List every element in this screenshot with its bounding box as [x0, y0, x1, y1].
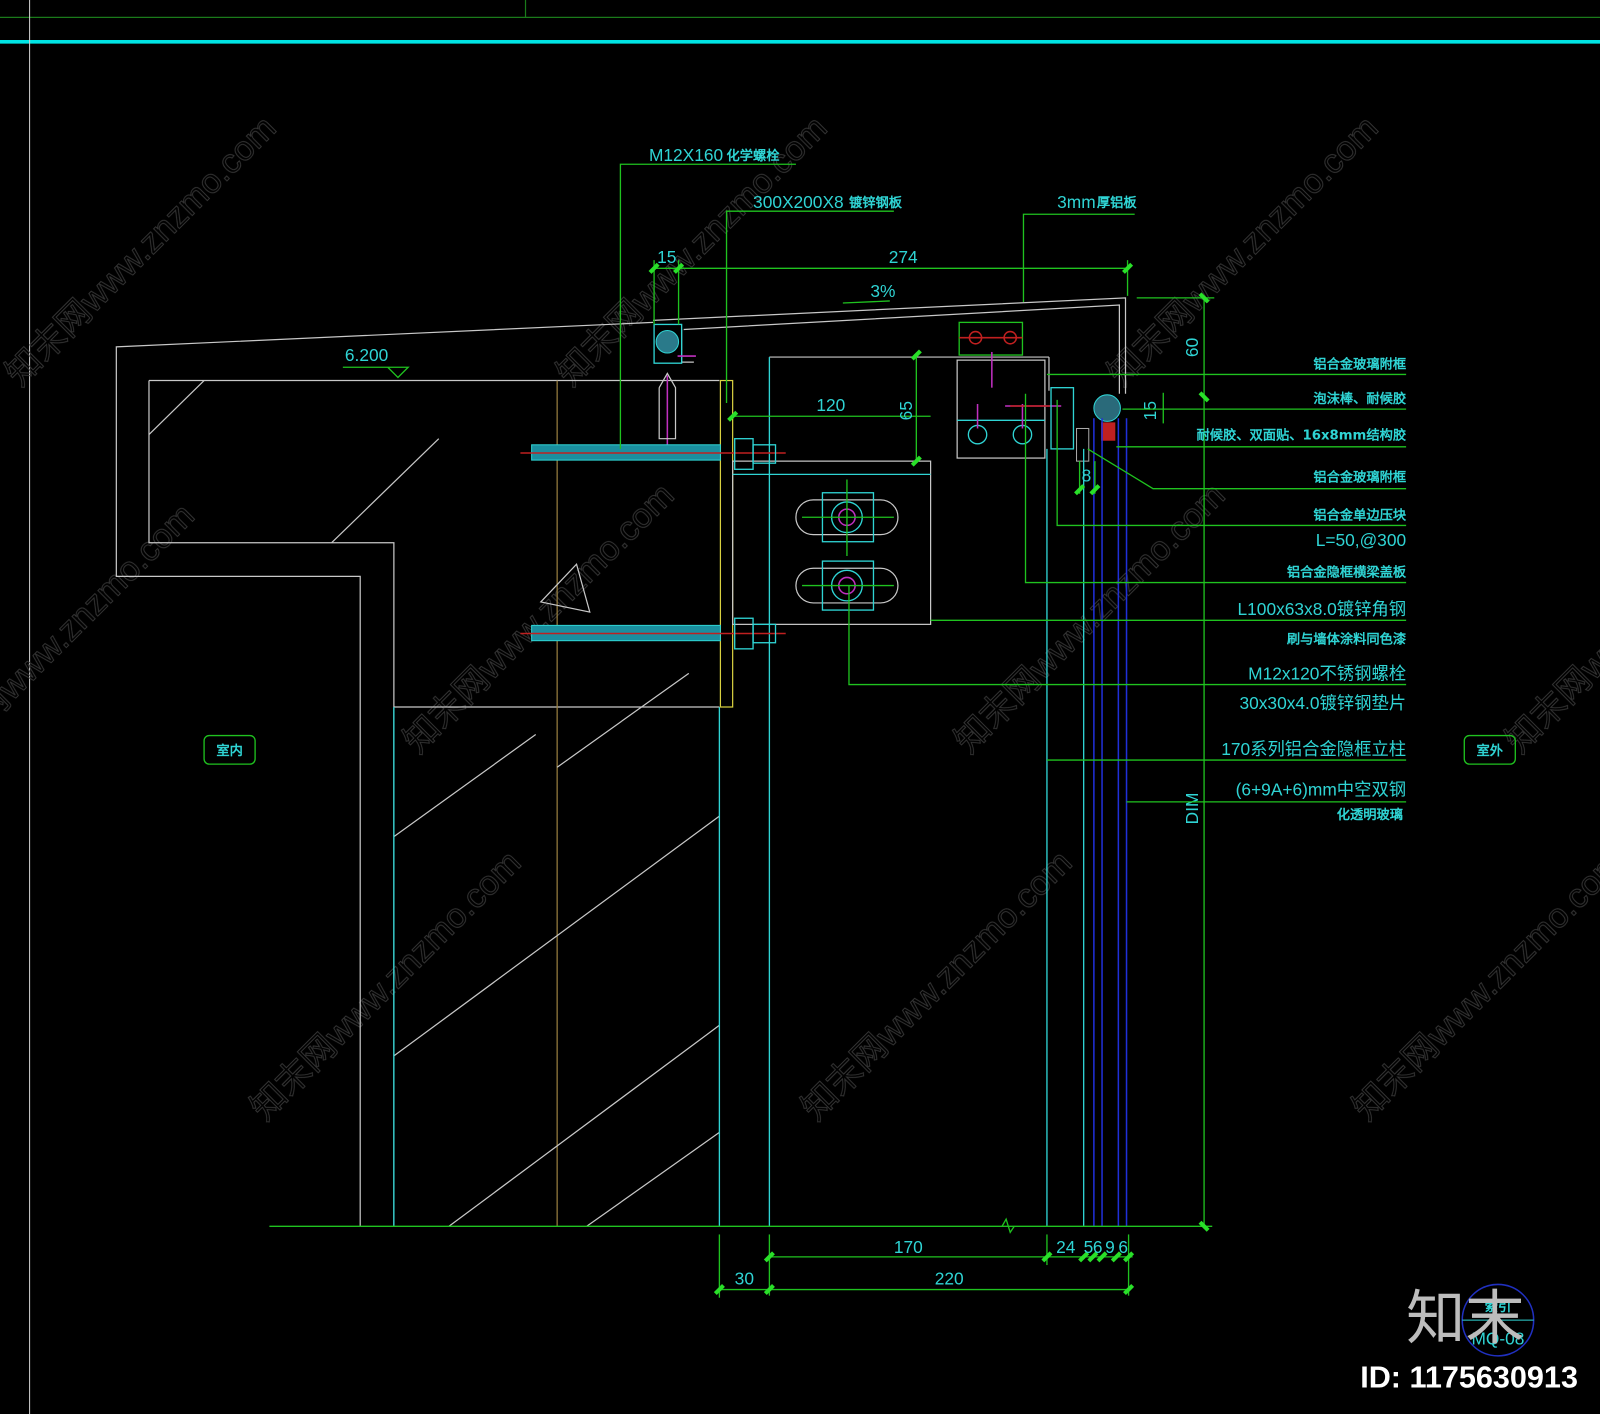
cad-drawing-canvas: 知末网www.znzmo.com 知末网www.znzmo.com 知末网www… [0, 0, 1600, 1414]
callout-alu-panel: 3mm [1057, 192, 1096, 212]
dim-274: 274 [889, 247, 918, 267]
watermark-text: 知末网www.znzmo.com [794, 843, 1079, 1128]
watermark-text: 知末网www.znzmo.com [243, 843, 528, 1128]
steel-plate-assembly [658, 357, 932, 1227]
callout-washer: 30x30x4.0镀锌钢垫片 [1239, 693, 1406, 713]
callout-sealant: 耐候胶、双面贴、16x8mm结构胶 [1197, 427, 1407, 444]
callout-glass-subframe-2: 铝合金玻璃附框 [1313, 469, 1406, 486]
watermark-text: 知末网www.znzmo.com [0, 496, 202, 781]
callout-pressure-block: 铝合金单边压块 [1313, 506, 1407, 523]
dim-120: 120 [816, 395, 845, 415]
svg-text:室内: 室内 [216, 742, 243, 759]
elevation-value: 6.200 [345, 345, 388, 365]
callout-steel-plate-cn: 镀锌钢板 [849, 194, 903, 211]
callout-angle-steel: L100x63x8.0镀锌角钢 [1238, 599, 1407, 619]
dim-6: 6 [1093, 1237, 1103, 1257]
dim-DIM: DIM [1182, 793, 1202, 825]
callout-pressure-block-spec: L=50,@300 [1316, 530, 1406, 550]
watermark-text: 知末网www.znzmo.com [947, 475, 1232, 760]
zone-inside: 室内 [203, 734, 256, 765]
slotted-bolt-holes [795, 479, 899, 611]
dim-8: 8 [1082, 466, 1092, 486]
brand-logo: 知末 [1406, 1284, 1524, 1353]
dim-60: 60 [1182, 338, 1202, 357]
dim-220: 220 [935, 1268, 964, 1288]
watermark-text: 知末网www.znzmo.com [1498, 475, 1600, 760]
callout-foam-rod: 泡沫棒、耐候胶 [1313, 390, 1407, 407]
dim-15-right: 15 [1140, 401, 1160, 420]
callout-glass-2: 化透明玻璃 [1337, 806, 1403, 823]
callout-angle-steel-note: 刷与墙体涂料同色漆 [1287, 631, 1407, 648]
callout-alu-panel-cn: 厚铝板 [1097, 194, 1138, 211]
transom-section [956, 321, 1128, 1227]
slope-label: 3% [870, 281, 895, 301]
callout-glass: (6+9A+6)mm中空双钢 [1236, 780, 1406, 800]
watermark-text: 知末网www.znzmo.com [0, 108, 284, 393]
callout-glass-subframe-1: 铝合金玻璃附框 [1313, 355, 1406, 372]
callout-steel-plate: 300X200X8 [753, 192, 844, 212]
dimensions: 15 274 3% 120 65 60 DIM 15 8 170 24 5 6 … [648, 247, 1215, 1298]
callout-chem-bolt-cn: 化学螺栓 [727, 147, 781, 164]
dim-65: 65 [896, 401, 916, 420]
callout-chem-bolt: M12X160 [649, 145, 723, 165]
dim-9: 9 [1105, 1237, 1115, 1257]
aluminium-coping [653, 297, 1127, 394]
asset-id: ID: 1175630913 [1360, 1360, 1578, 1394]
dim-30: 30 [735, 1268, 754, 1288]
svg-text:室外: 室外 [1477, 742, 1504, 759]
elevation-mark: 6.200 [342, 345, 410, 379]
dim-6b: 6 [1118, 1237, 1128, 1257]
foam-rod-icon [655, 330, 680, 354]
callout-transom-cover: 铝合金隐框横梁盖板 [1287, 563, 1407, 580]
callout-mullion: 170系列铝合金隐框立柱 [1221, 739, 1406, 759]
callout-ss-bolt: M12x120不锈钢螺栓 [1248, 663, 1406, 683]
watermark-text: 知末网www.znzmo.com [1101, 108, 1386, 393]
dim-170: 170 [894, 1237, 923, 1257]
dim-24: 24 [1056, 1237, 1076, 1257]
watermark-text: 知末网www.znzmo.com [396, 475, 681, 760]
watermark-text: 知末网www.znzmo.com [1345, 843, 1600, 1128]
dim-15: 15 [657, 247, 676, 267]
